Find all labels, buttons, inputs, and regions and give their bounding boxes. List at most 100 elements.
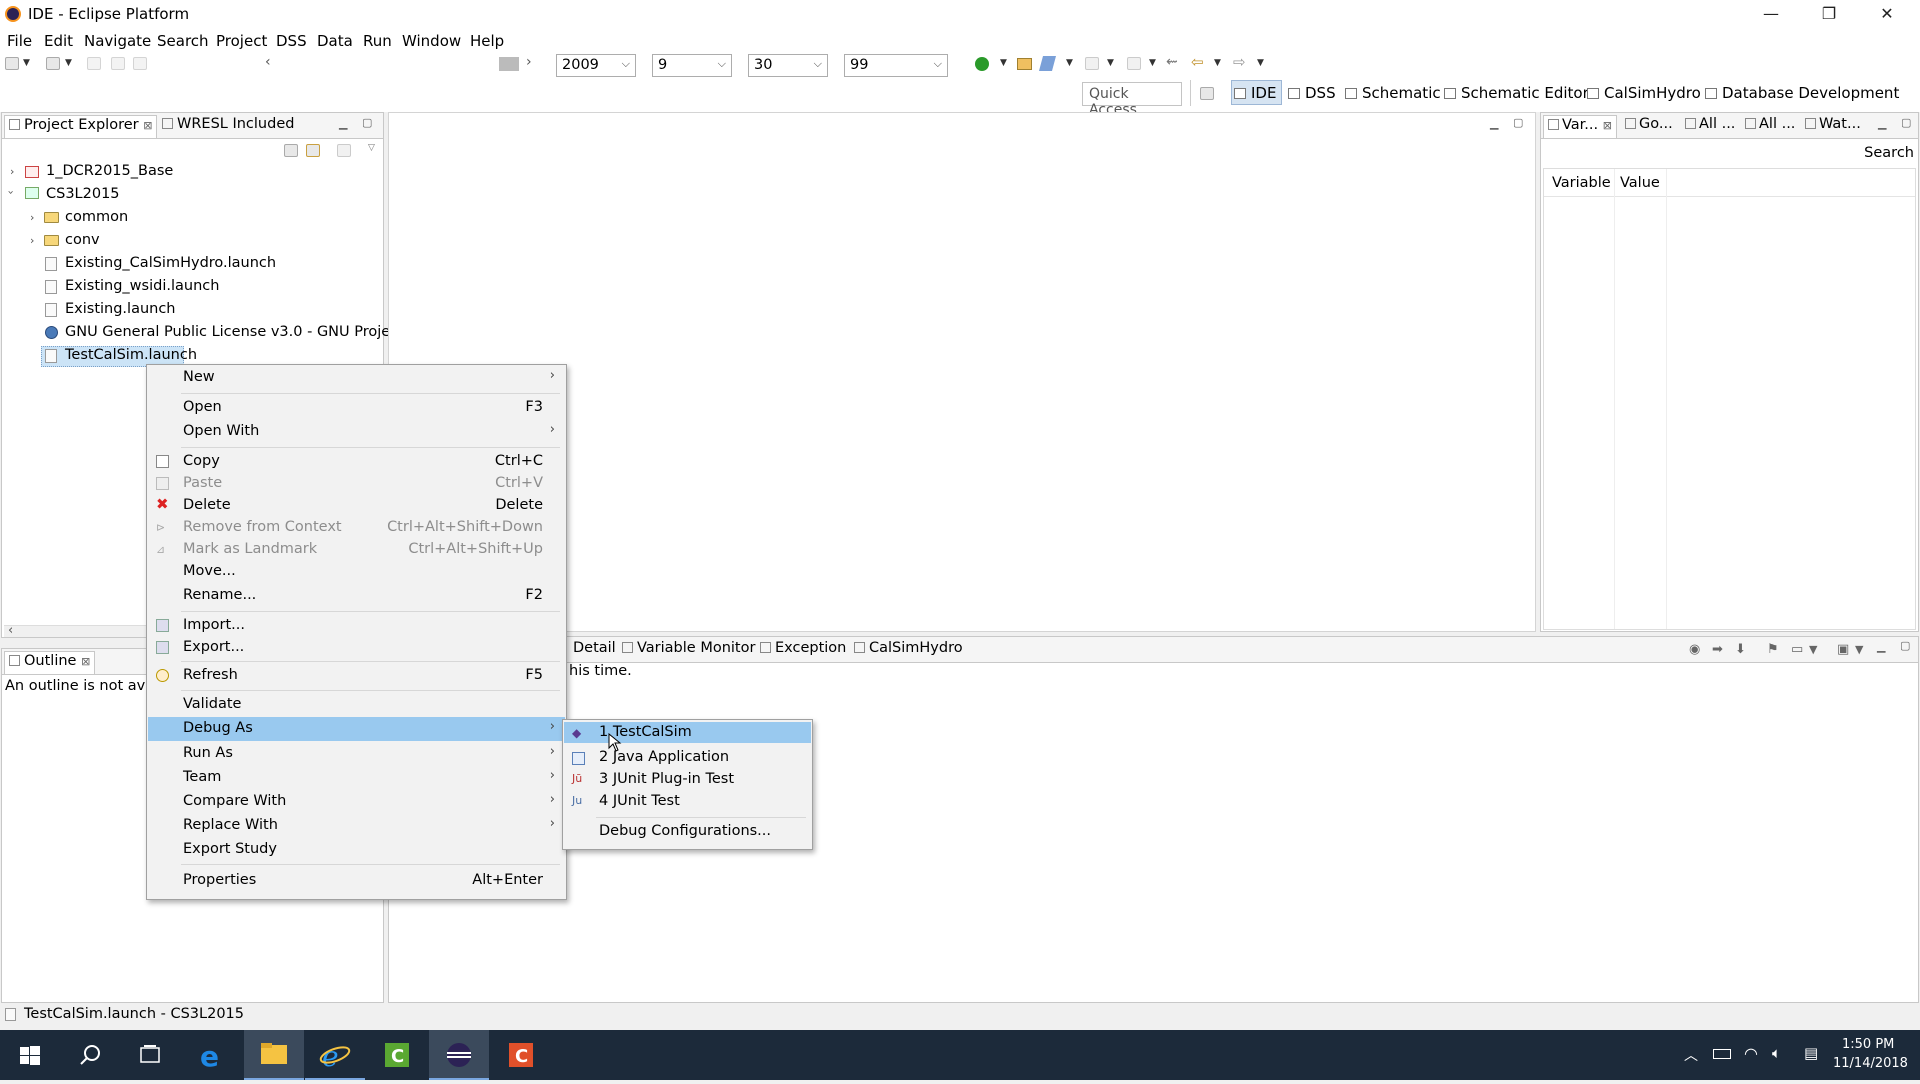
menu-file[interactable]: File xyxy=(7,32,32,50)
menu-item-debug-as[interactable]: Debug As › xyxy=(148,717,565,741)
new-view-icon[interactable]: ▣ xyxy=(1837,642,1849,657)
perspective-calsimhydro[interactable]: CalSimHydro xyxy=(1587,84,1701,102)
perspective-dss[interactable]: DSS xyxy=(1288,84,1336,102)
submenu-item-junit-test[interactable]: Ju 4 JUnit Test xyxy=(564,791,811,813)
cycle-combo[interactable]: 99 ⌵ xyxy=(844,54,948,77)
taskbar-red-app[interactable]: C xyxy=(491,1030,551,1080)
submenu-item-testcalsim[interactable]: ◆ 1 TestCalSim xyxy=(564,722,811,743)
run-dropdown-icon[interactable]: ▼ xyxy=(1000,58,1007,68)
menu-item-team[interactable]: Team › xyxy=(148,766,565,789)
menu-item-run-as[interactable]: Run As › xyxy=(148,742,565,765)
tray-overflow-icon[interactable]: ︿ xyxy=(1684,1045,1698,1065)
tab-watch[interactable]: Wat... xyxy=(1805,116,1861,132)
perspective-schematic-editor[interactable]: Schematic Editor xyxy=(1444,84,1589,102)
menu-item-validate[interactable]: Validate xyxy=(148,693,565,716)
battery-icon[interactable] xyxy=(1713,1049,1731,1059)
tree-item-existing-wsidi-launch[interactable]: Existing_wsidi.launch xyxy=(65,278,219,294)
menu-item-refresh[interactable]: Refresh F5 xyxy=(148,664,565,687)
new-icon[interactable] xyxy=(5,57,19,70)
stop-icon[interactable]: ⬇ xyxy=(1735,642,1746,657)
tab-exception[interactable]: Exception xyxy=(760,640,846,656)
submenu-item-junit-plugin-test[interactable]: Jū 3 JUnit Plug-in Test xyxy=(564,769,811,791)
tab-project-explorer[interactable]: Project Explorer ⊠ xyxy=(4,115,158,138)
view-menu-icon[interactable]: ▼ xyxy=(1855,643,1863,656)
wifi-icon[interactable]: ◠ xyxy=(1744,1044,1758,1063)
prev-annotation-icon[interactable] xyxy=(1127,57,1141,70)
display-dropdown-icon[interactable]: ▼ xyxy=(1809,643,1817,656)
open-perspective-icon[interactable] xyxy=(1200,87,1214,100)
close-icon[interactable]: ⊠ xyxy=(1603,119,1612,132)
run-icon[interactable] xyxy=(975,57,989,71)
menu-search[interactable]: Search xyxy=(157,32,209,50)
menu-help[interactable]: Help xyxy=(470,32,504,50)
tab-go[interactable]: Go... xyxy=(1625,116,1673,132)
menu-item-properties[interactable]: Properties Alt+Enter xyxy=(148,869,565,892)
pin-icon[interactable]: ⚑ xyxy=(1767,642,1779,657)
menu-dss[interactable]: DSS xyxy=(276,32,307,50)
perspective-database-development[interactable]: Database Development xyxy=(1705,84,1899,102)
quick-access-input[interactable]: Quick Access xyxy=(1082,82,1182,118)
scroll-left-icon[interactable]: ‹ xyxy=(265,54,271,70)
tree-item-testcalsim-launch[interactable]: TestCalSim.launch xyxy=(65,347,197,363)
link-with-editor-icon[interactable] xyxy=(306,144,320,157)
perspective-schematic[interactable]: Schematic xyxy=(1345,84,1441,102)
menu-item-export[interactable]: Export... xyxy=(148,636,565,659)
back-dropdown-icon[interactable]: ▼ xyxy=(1214,58,1221,68)
scroll-right-icon[interactable]: › xyxy=(526,54,532,70)
print-icon[interactable] xyxy=(133,57,147,70)
maximize-icon[interactable]: ▢ xyxy=(1901,116,1911,129)
filter-icon[interactable] xyxy=(337,144,351,157)
menu-window[interactable]: Window xyxy=(402,32,461,50)
menu-item-remove-from-context[interactable]: ⊳ Remove from Context Ctrl+Alt+Shift+Down xyxy=(148,516,565,539)
action-center-icon[interactable]: ▤ xyxy=(1804,1044,1818,1062)
minimize-icon[interactable]: ▁ xyxy=(1878,117,1886,130)
perspective-ide[interactable]: IDE xyxy=(1234,84,1276,102)
collapse-all-icon[interactable] xyxy=(284,144,298,157)
prev-annotation-dropdown-icon[interactable]: ▼ xyxy=(1149,58,1156,68)
menu-data[interactable]: Data xyxy=(317,32,353,50)
year-combo[interactable]: 2009 ⌵ xyxy=(556,54,636,77)
tree-item-conv[interactable]: conv xyxy=(65,232,100,248)
menu-item-export-study[interactable]: Export Study xyxy=(148,838,565,861)
view-menu-icon[interactable]: ▽ xyxy=(368,143,375,153)
tab-variable-monitor[interactable]: Variable Monitor xyxy=(622,640,755,656)
maximize-icon[interactable]: ▢ xyxy=(362,116,372,129)
menu-item-open-with[interactable]: Open With › xyxy=(148,420,565,443)
volume-icon[interactable]: 🔈︎ xyxy=(1772,1044,1781,1062)
tree-item-existing-calsimhydro-launch[interactable]: Existing_CalSimHydro.launch xyxy=(65,255,276,271)
month-combo[interactable]: 9 ⌵ xyxy=(652,54,732,77)
column-variable[interactable]: Variable xyxy=(1552,175,1611,191)
menu-navigate[interactable]: Navigate xyxy=(84,32,151,50)
clock-date[interactable]: 11/14/2018 xyxy=(1833,1056,1908,1071)
menu-item-paste[interactable]: Paste Ctrl+V xyxy=(148,472,565,495)
start-button[interactable] xyxy=(0,1030,60,1080)
menu-item-move[interactable]: Move... xyxy=(148,560,565,583)
tree-item-cs3l2015[interactable]: CS3L2015 xyxy=(46,186,120,202)
tree-item-existing-launch[interactable]: Existing.launch xyxy=(65,301,176,317)
wand-icon[interactable] xyxy=(1038,56,1057,71)
minimize-icon[interactable]: ▁ xyxy=(1877,640,1885,653)
taskbar-edge[interactable]: e xyxy=(183,1030,243,1080)
menu-project[interactable]: Project xyxy=(216,32,267,50)
wand-dropdown-icon[interactable]: ▼ xyxy=(1066,58,1073,68)
menu-item-import[interactable]: Import... xyxy=(148,614,565,637)
taskbar-search-button[interactable] xyxy=(60,1030,120,1080)
search-link[interactable]: Search xyxy=(1864,145,1914,161)
menu-item-rename[interactable]: Rename... F2 xyxy=(148,584,565,607)
scroll-left-icon[interactable]: ‹ xyxy=(8,623,13,638)
maximize-icon[interactable]: ▢ xyxy=(1900,639,1910,652)
taskbar-internet-explorer[interactable]: e xyxy=(305,1030,365,1080)
forward-dropdown-icon[interactable]: ▼ xyxy=(1257,58,1264,68)
maximize-icon[interactable]: ▢ xyxy=(1513,116,1523,129)
close-icon[interactable]: ⊠ xyxy=(81,655,90,668)
menu-item-new[interactable]: New › xyxy=(148,366,565,389)
forward-icon[interactable]: ⇨ xyxy=(1233,53,1246,71)
next-annotation-icon[interactable] xyxy=(1085,57,1099,70)
menu-run[interactable]: Run xyxy=(363,32,392,50)
save-all-icon[interactable] xyxy=(111,57,125,70)
new-project-icon[interactable] xyxy=(46,57,60,70)
expand-icon[interactable]: › xyxy=(30,211,34,224)
suspend-icon[interactable]: ◉ xyxy=(1689,642,1700,657)
display-icon[interactable]: ▭ xyxy=(1791,642,1803,657)
restore-button[interactable]: ❐ xyxy=(1800,0,1858,30)
